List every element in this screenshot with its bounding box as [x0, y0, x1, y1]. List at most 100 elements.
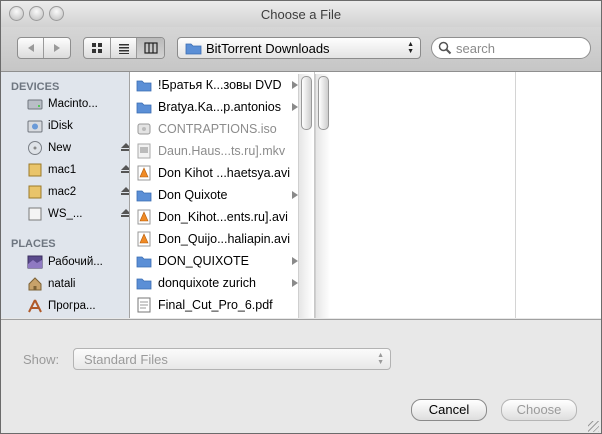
eject-icon[interactable]: [121, 187, 129, 195]
video-file-icon: [137, 143, 151, 159]
popup-arrows-icon: ▲ ▼: [407, 41, 414, 55]
file-name: DON_QUIXOTE: [158, 254, 249, 268]
icon-view-button[interactable]: [84, 38, 111, 58]
applications-icon: [28, 299, 42, 313]
file-name: CONTRAPTIONS.iso: [158, 122, 277, 136]
sidebar-item-mac2[interactable]: mac2: [27, 182, 129, 202]
back-arrow-icon: [27, 44, 34, 52]
file-name: Bratya.Ka...p.antonios: [158, 100, 281, 114]
sidebar: DEVICES Macinto... iDisk New mac1 mac2 W…: [1, 72, 130, 318]
scroll-thumb[interactable]: [301, 76, 312, 130]
sidebar-item-label: WS_...: [48, 208, 83, 220]
sidebar-item-idisk[interactable]: iDisk: [27, 116, 127, 136]
file-row[interactable]: Daun.Haus...ts.ru].mkv: [130, 140, 302, 162]
file-column: !Братья К...зовы DVD Bratya.Ka...p.antoni…: [130, 72, 315, 318]
vlc-file-icon: [137, 209, 151, 225]
location-label: BitTorrent Downloads: [206, 41, 330, 56]
sidebar-section-places: PLACES: [11, 238, 56, 250]
external-drive-icon: [28, 207, 42, 221]
empty-column-scrollbar[interactable]: [315, 74, 330, 318]
magnifier-icon: [438, 41, 452, 55]
sidebar-item-ws[interactable]: WS_...: [27, 204, 129, 224]
file-name: donquixote zurich: [158, 276, 256, 290]
file-name: Don_Kihot...ents.ru].avi: [158, 210, 288, 224]
file-row[interactable]: Don Kihot ...haetsya.avi: [130, 162, 302, 184]
choose-button[interactable]: Choose: [501, 399, 577, 421]
sidebar-item-label: Програ...: [48, 300, 96, 312]
cancel-button[interactable]: Cancel: [411, 399, 487, 421]
file-name: Don Kihot ...haetsya.avi: [158, 166, 291, 180]
file-row[interactable]: CONTRAPTIONS.iso: [130, 118, 302, 140]
window-title: Choose a File: [260, 7, 342, 22]
search-input[interactable]: [454, 40, 584, 57]
sidebar-item-applications[interactable]: Програ...: [27, 296, 127, 316]
forward-button[interactable]: [44, 38, 70, 58]
sidebar-item-home[interactable]: natali: [27, 274, 127, 294]
vlc-file-icon: [137, 165, 151, 181]
list-view-button[interactable]: [111, 38, 138, 58]
idisk-icon: [27, 120, 43, 133]
file-row[interactable]: donquixote zurich: [130, 272, 302, 294]
file-chooser-window: Choose a File BitTorrent Downloads ▲ ▼ s…: [0, 0, 602, 434]
file-row[interactable]: Don Quixote: [130, 184, 302, 206]
popup-arrows-icon: ▲ ▼: [377, 352, 384, 366]
sidebar-item-label: New: [48, 142, 72, 154]
sidebar-item-mac1[interactable]: mac1: [27, 160, 129, 180]
file-row[interactable]: DON_QUIXOTE: [130, 250, 302, 272]
file-name: Don Quixote: [158, 188, 228, 202]
sidebar-item-label: Macinto...: [48, 98, 98, 110]
title-bar[interactable]: Choose a File: [1, 1, 601, 27]
sidebar-item-new[interactable]: New: [27, 138, 129, 158]
column-view-button[interactable]: [137, 38, 164, 58]
show-filter-popup[interactable]: Standard Files ▲ ▼: [73, 348, 391, 370]
pdf-file-icon: [137, 297, 151, 313]
disk-image-icon: [137, 123, 151, 135]
folder-icon: [185, 43, 202, 55]
file-row[interactable]: Don_Kihot...ents.ru].avi: [130, 206, 302, 228]
file-name: !Братья К...зовы DVD: [158, 78, 282, 92]
vlc-file-icon: [137, 231, 151, 247]
scroll-thumb[interactable]: [318, 76, 329, 130]
search-field[interactable]: [431, 37, 591, 59]
resize-grip-icon[interactable]: [588, 421, 599, 432]
file-row[interactable]: Final_Cut_Pro_6.pdf: [130, 294, 302, 316]
home-icon: [28, 277, 42, 291]
preview-column: [515, 72, 601, 318]
empty-column: [315, 72, 515, 318]
external-drive-icon: [28, 163, 42, 177]
folder-icon: [136, 278, 152, 290]
column-view-icon: [144, 42, 158, 54]
eject-icon[interactable]: [121, 143, 129, 151]
external-drive-icon: [28, 185, 42, 199]
desktop-icon: [27, 255, 43, 269]
file-row[interactable]: Bratya.Ka...p.antonios: [130, 96, 302, 118]
sidebar-item-label: iDisk: [48, 120, 73, 132]
history-nav: [17, 37, 71, 59]
view-mode-switcher: [83, 37, 165, 59]
file-name: Final_Cut_Pro_6.pdf: [158, 298, 273, 312]
sidebar-item-label: natali: [48, 278, 76, 290]
folder-icon: [136, 256, 152, 268]
folder-icon: [136, 102, 152, 114]
eject-icon[interactable]: [121, 165, 129, 173]
list-view-icon: [118, 44, 129, 54]
icon-view-icon: [91, 43, 102, 53]
show-label: Show:: [23, 352, 60, 367]
back-button[interactable]: [18, 38, 44, 58]
file-name: Daun.Haus...ts.ru].mkv: [158, 144, 286, 158]
sidebar-item-label: Рабочий...: [48, 256, 103, 268]
dialog-footer: Show: Standard Files ▲ ▼ Cancel Choose: [1, 319, 601, 433]
eject-icon[interactable]: [121, 209, 129, 217]
show-filter-value: Standard Files: [84, 352, 168, 367]
disc-icon: [28, 141, 42, 155]
file-column-scrollbar[interactable]: [298, 74, 313, 318]
file-row[interactable]: !Братья К...зовы DVD: [130, 74, 302, 96]
file-name: Don_Quijo...haliapin.avi: [158, 232, 291, 246]
forward-arrow-icon: [54, 44, 60, 52]
file-row[interactable]: Don_Quijo...haliapin.avi: [130, 228, 302, 250]
sidebar-item-macintosh-hd[interactable]: Macinto...: [27, 94, 127, 114]
folder-icon: [136, 80, 152, 92]
sidebar-item-desktop[interactable]: Рабочий...: [27, 252, 127, 272]
location-popup[interactable]: BitTorrent Downloads ▲ ▼: [177, 37, 421, 59]
file-row[interactable]: Final_Cut_Pro_...df: [130, 316, 302, 318]
